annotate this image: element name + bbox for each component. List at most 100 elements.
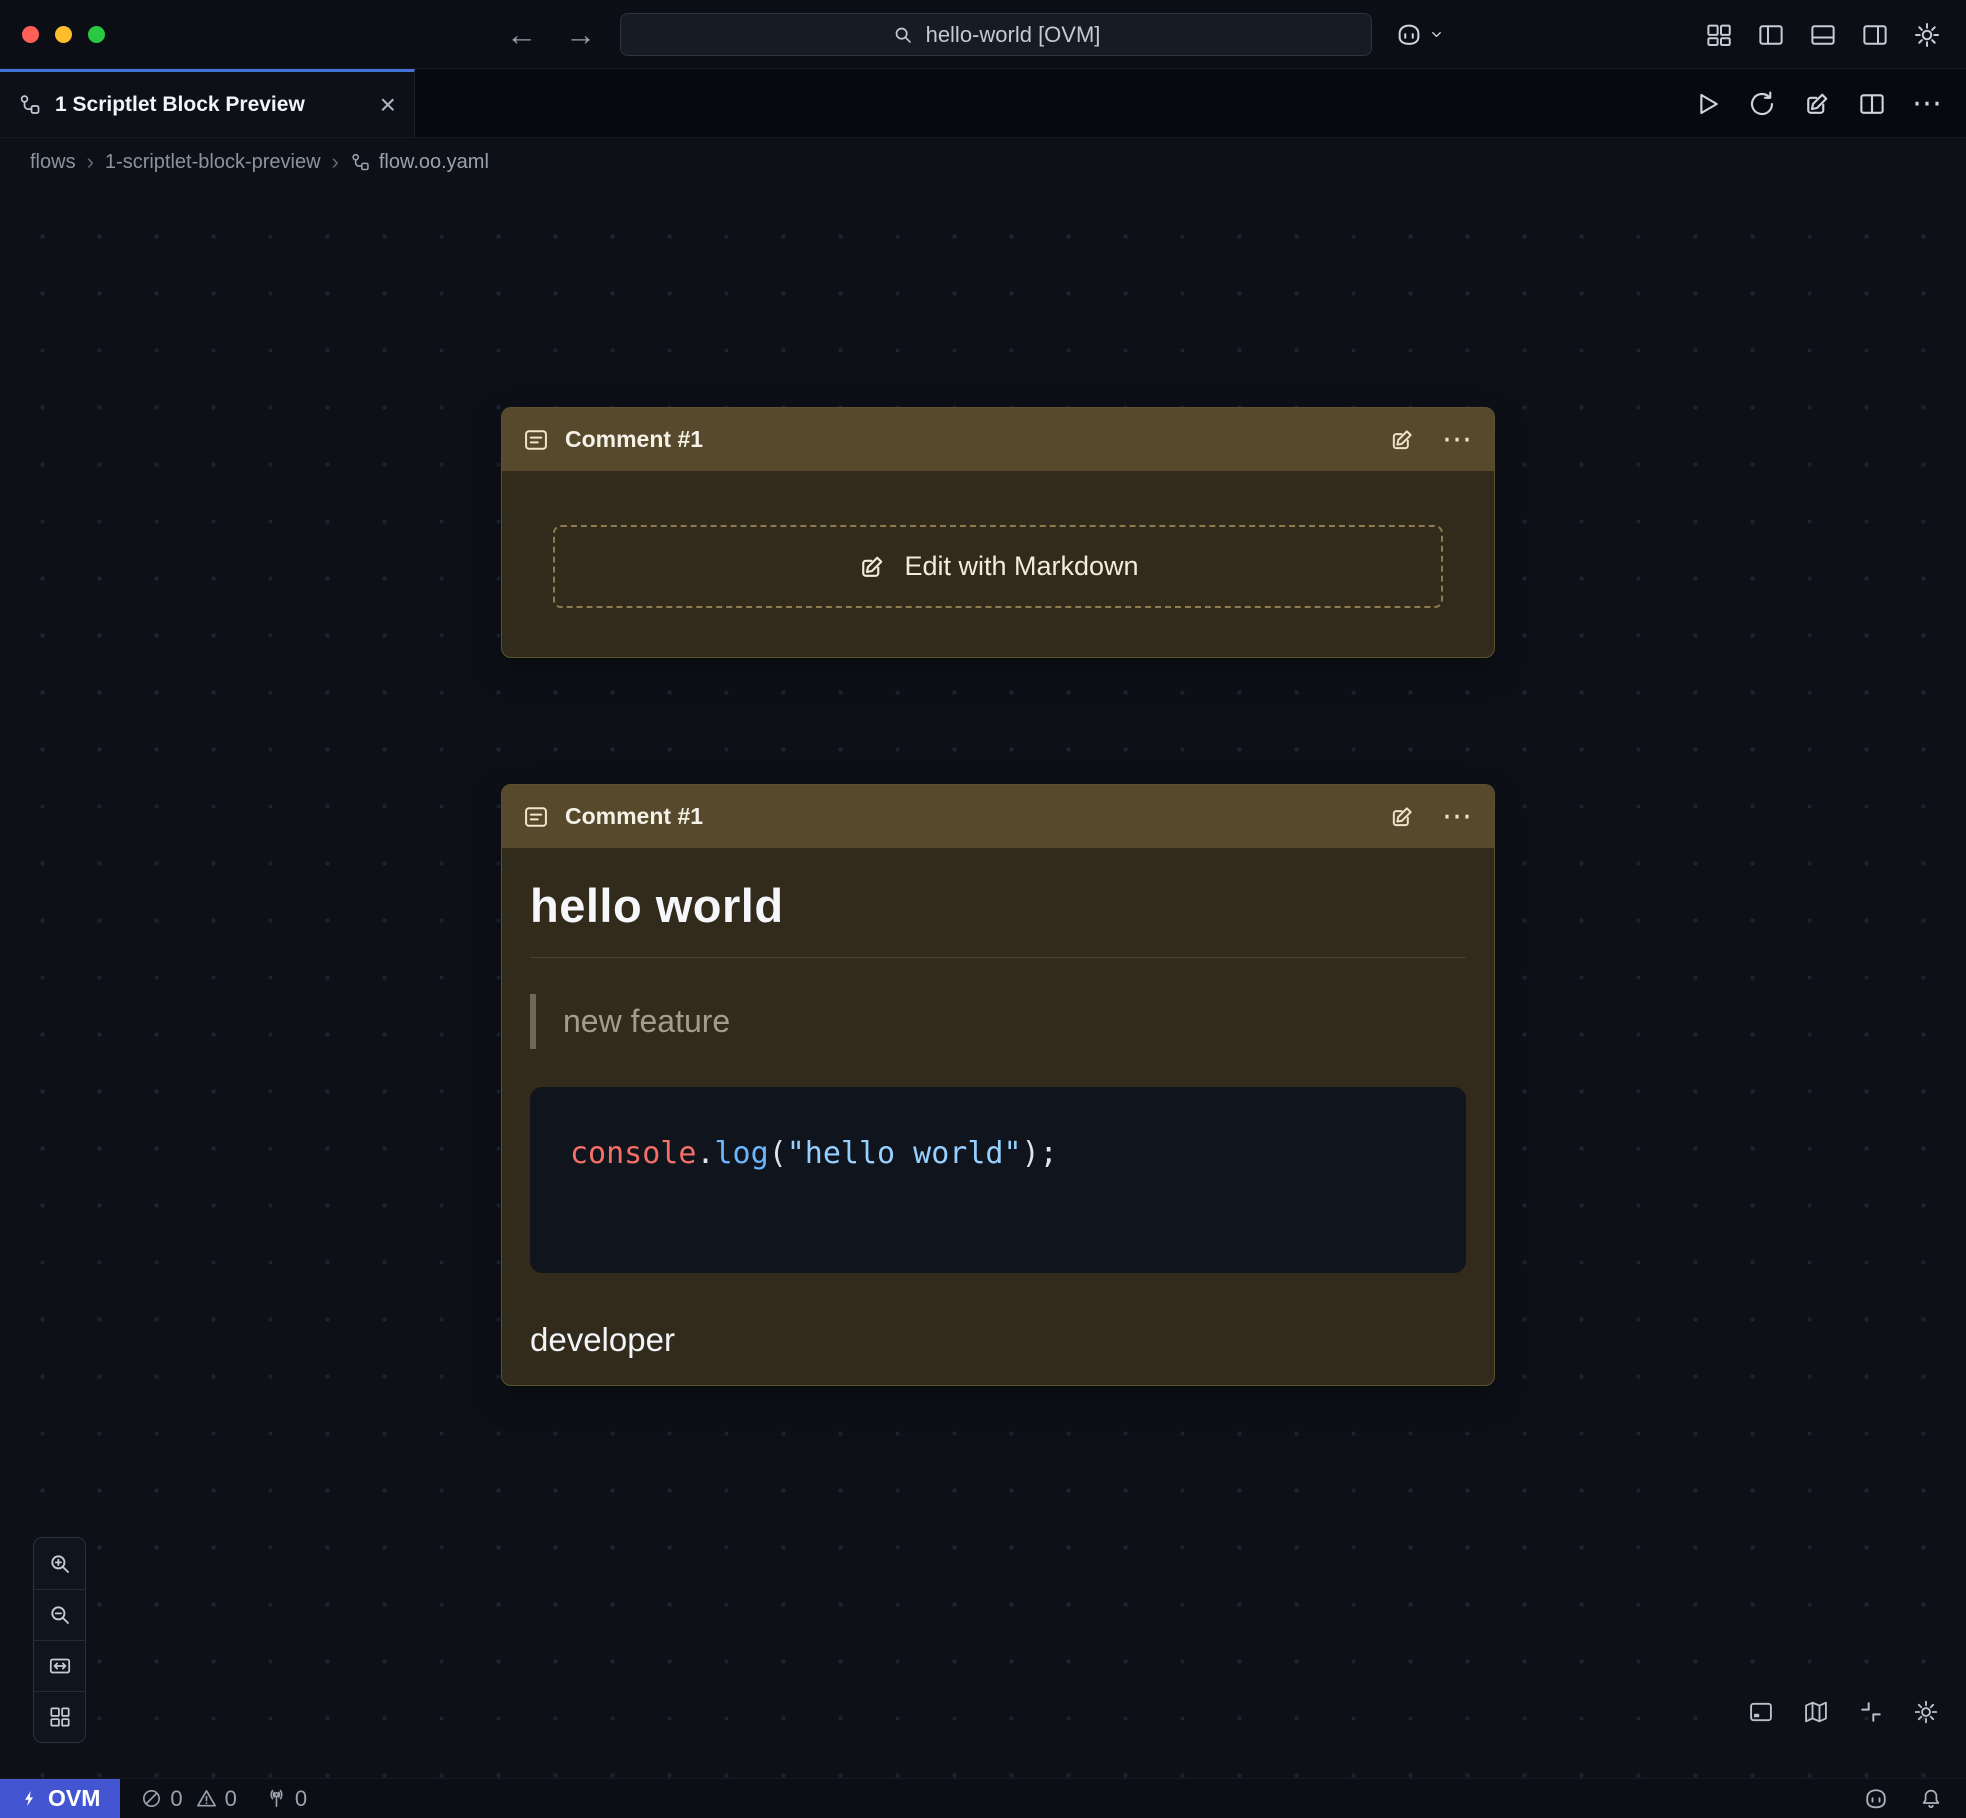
heading-divider: [530, 957, 1466, 958]
history-nav: ← →: [506, 0, 596, 69]
close-window-button[interactable]: [22, 26, 39, 43]
run-flow-icon[interactable]: [1692, 89, 1722, 119]
command-center-search[interactable]: hello-world [OVM]: [620, 13, 1372, 56]
copilot-icon: [1394, 20, 1424, 50]
markdown-footer-text: developer: [530, 1321, 1466, 1359]
toggle-panel-bottom-icon[interactable]: [1808, 20, 1838, 50]
tab-close-icon[interactable]: ×: [380, 91, 396, 119]
canvas-zoom-toolbar: [33, 1537, 86, 1743]
comment-more-icon[interactable]: ⋯: [1442, 425, 1474, 455]
fit-view-button[interactable]: [34, 1640, 85, 1691]
comment-node-rendered[interactable]: Comment #1 ⋯ hello world new feature con…: [501, 784, 1495, 1386]
canvas-settings-gear-icon[interactable]: [1912, 1698, 1940, 1726]
zoom-out-button[interactable]: [34, 1589, 85, 1640]
forward-button[interactable]: →: [565, 17, 596, 53]
auto-layout-button[interactable]: [34, 1691, 85, 1742]
edit-comment-icon[interactable]: [1388, 803, 1416, 831]
code-token: .: [696, 1136, 714, 1171]
remote-label: OVM: [48, 1785, 100, 1812]
layout-controls: [1704, 0, 1942, 69]
edit-with-markdown-button[interactable]: Edit with Markdown: [553, 525, 1443, 608]
remote-bolt-icon: [20, 1789, 39, 1808]
toggle-sidebar-right-icon[interactable]: [1860, 20, 1890, 50]
settings-gear-icon[interactable]: [1912, 20, 1942, 50]
warnings-item[interactable]: 0: [195, 1786, 237, 1812]
zoom-in-button[interactable]: [34, 1538, 85, 1589]
customize-layout-icon[interactable]: [1704, 20, 1734, 50]
markdown-heading: hello world: [530, 878, 1466, 933]
breadcrumb-file[interactable]: flow.oo.yaml: [350, 151, 489, 174]
minimap-icon[interactable]: [1802, 1698, 1830, 1726]
zoom-in-icon: [47, 1551, 73, 1577]
search-icon: [892, 24, 914, 46]
warning-icon: [195, 1787, 218, 1810]
errors-count: 0: [170, 1786, 182, 1812]
edit-comment-icon[interactable]: [1388, 426, 1416, 454]
open-preview-icon[interactable]: [1802, 89, 1832, 119]
copilot-status-icon[interactable]: [1862, 1785, 1890, 1813]
radio-tower-icon: [265, 1787, 288, 1810]
tab-bar: 1 Scriptlet Block Preview ×: [0, 69, 1966, 138]
code-token: (: [769, 1136, 787, 1171]
editor-more-actions-icon[interactable]: ⋯: [1912, 89, 1944, 119]
breadcrumb-file-label: flow.oo.yaml: [379, 151, 489, 174]
toggle-console-icon[interactable]: [1747, 1698, 1775, 1726]
notifications-bell-icon[interactable]: [1918, 1786, 1944, 1812]
scriptlet-flow-icon: [18, 93, 42, 117]
fit-width-icon: [47, 1653, 73, 1679]
markdown-blockquote: new feature: [530, 994, 1466, 1049]
comment-markdown-body: hello world new feature console.log("hel…: [502, 848, 1494, 1385]
ports-item[interactable]: 0: [265, 1786, 307, 1812]
tab-scriptlet-block-preview[interactable]: 1 Scriptlet Block Preview ×: [0, 69, 415, 137]
comment-icon: [522, 803, 550, 831]
scriptlet-flow-icon: [350, 152, 371, 173]
zoom-out-icon: [47, 1602, 73, 1628]
back-button[interactable]: ←: [506, 17, 537, 53]
search-value: hello-world [OVM]: [926, 22, 1101, 48]
comment-more-icon[interactable]: ⋯: [1442, 802, 1474, 832]
copilot-menu[interactable]: [1394, 0, 1444, 69]
code-token: "hello world": [787, 1136, 1022, 1171]
chevron-down-icon: [1429, 27, 1444, 42]
comment-icon: [522, 426, 550, 454]
editor-actions: ⋯: [1692, 69, 1944, 138]
canvas-bottom-right-tools: [1747, 1698, 1940, 1726]
breadcrumb-folder[interactable]: 1-scriptlet-block-preview: [105, 151, 321, 174]
breadcrumb-separator: ›: [332, 149, 339, 175]
code-token: log: [715, 1136, 769, 1171]
layout-grid-icon: [47, 1704, 73, 1730]
comment-node-body: Edit with Markdown: [502, 471, 1494, 657]
titlebar: ← → hello-world [OVM]: [0, 0, 1966, 69]
breadcrumb-flows[interactable]: flows: [30, 151, 76, 174]
warnings-count: 0: [225, 1786, 237, 1812]
rerun-icon[interactable]: [1747, 89, 1777, 119]
markdown-code-block: console.log("hello world");: [530, 1087, 1466, 1273]
comment-node-empty[interactable]: Comment #1 ⋯ Edit with Markdown: [501, 407, 1495, 658]
code-token: console: [570, 1136, 696, 1171]
problems-summary: 0 0 0: [140, 1786, 307, 1812]
breadcrumb-separator: ›: [87, 149, 94, 175]
edit-markdown-icon: [857, 552, 887, 582]
comment-node-header[interactable]: Comment #1 ⋯: [502, 785, 1494, 848]
collapse-view-icon[interactable]: [1857, 1698, 1885, 1726]
error-icon: [140, 1787, 163, 1810]
comment-node-header[interactable]: Comment #1 ⋯: [502, 408, 1494, 471]
comment-header-actions: ⋯: [1388, 802, 1474, 832]
split-editor-icon[interactable]: [1857, 89, 1887, 119]
comment-title: Comment #1: [565, 426, 703, 453]
breadcrumb: flows › 1-scriptlet-block-preview › flow…: [0, 138, 489, 186]
ports-count: 0: [295, 1786, 307, 1812]
window-controls: [22, 0, 105, 69]
comment-title: Comment #1: [565, 803, 703, 830]
errors-item[interactable]: 0: [140, 1786, 182, 1812]
comment-header-actions: ⋯: [1388, 425, 1474, 455]
zoom-window-button[interactable]: [88, 26, 105, 43]
remote-indicator[interactable]: OVM: [0, 1779, 120, 1818]
minimize-window-button[interactable]: [55, 26, 72, 43]
statusbar-right: [1862, 1785, 1966, 1813]
toggle-sidebar-left-icon[interactable]: [1756, 20, 1786, 50]
statusbar: OVM 0 0 0: [0, 1778, 1966, 1818]
edit-with-markdown-label: Edit with Markdown: [904, 551, 1138, 582]
code-token: );: [1022, 1136, 1058, 1171]
tab-label: 1 Scriptlet Block Preview: [55, 93, 305, 117]
